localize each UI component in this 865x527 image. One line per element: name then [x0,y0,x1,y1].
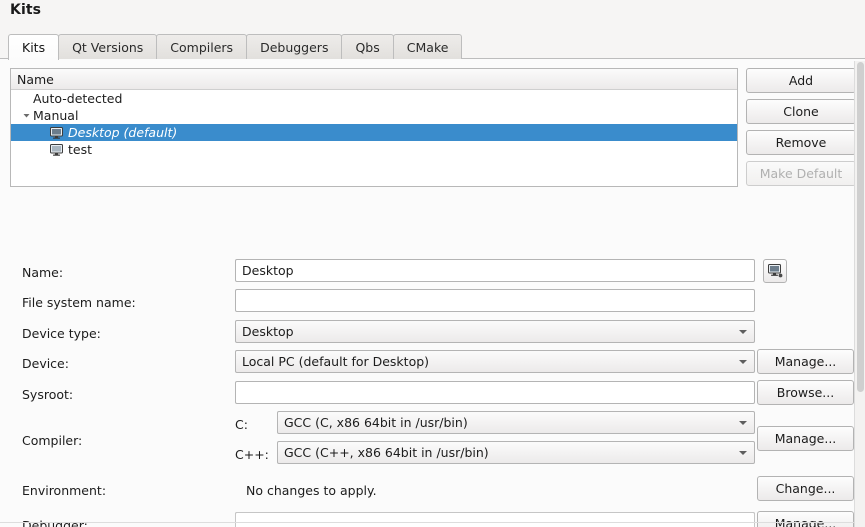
name-input-value: Desktop [242,263,294,278]
tab-debuggers[interactable]: Debuggers [246,34,343,59]
remove-button-label: Remove [775,135,827,150]
tab-cmake-label: CMake [406,39,449,55]
kit-list[interactable]: Name Auto-detected Manual Desktop (defau… [10,68,738,187]
device-manage-button[interactable]: Manage... [757,349,854,374]
device-combobox[interactable]: Local PC (default for Desktop) [235,350,755,373]
monitor-icon [49,143,64,156]
clone-button-label: Clone [783,104,819,119]
kit-list-rows: Auto-detected Manual Desktop (default) t… [11,90,737,158]
device-manage-button-label: Manage... [774,354,837,369]
chevron-down-icon [739,329,747,334]
monitor-icon [49,126,64,139]
device-label: Device: [22,356,69,371]
compiler-c-label: C: [235,417,248,432]
tree-item-manual[interactable]: Manual [11,107,737,124]
sysroot-input[interactable] [235,381,755,404]
kits-settings-page: Kits Kits Qt Versions Compilers Debugger… [0,0,865,527]
tab-qbs-label: Qbs [355,39,380,55]
tab-kits[interactable]: Kits [8,34,60,60]
compiler-cxx-combobox[interactable]: GCC (C++, x86 64bit in /usr/bin) [277,441,755,464]
file-system-name-label: File system name: [22,295,136,310]
compiler-manage-button[interactable]: Manage... [757,426,854,451]
chevron-down-icon [739,420,747,425]
sysroot-label: Sysroot: [22,387,74,402]
chevron-down-icon[interactable] [20,111,33,120]
vertical-scrollbar-thumb[interactable] [857,62,864,392]
tab-qt-versions-label: Qt Versions [72,39,144,55]
clone-button[interactable]: Clone [746,99,856,124]
compiler-label: Compiler: [22,433,83,448]
kit-list-header-name[interactable]: Name [11,69,737,90]
tree-item-label: Manual [33,108,79,123]
tree-item-label: Auto-detected [33,91,123,106]
device-value: Local PC (default for Desktop) [242,354,430,369]
file-system-name-input[interactable] [235,289,755,312]
compiler-c-combobox[interactable]: GCC (C, x86 64bit in /usr/bin) [277,411,755,434]
environment-change-button-label: Change... [775,481,836,496]
make-default-button-label: Make Default [759,166,843,181]
environment-label: Environment: [22,483,107,498]
tab-cmake[interactable]: CMake [392,34,463,59]
device-type-combobox[interactable]: Desktop [235,320,755,343]
compiler-cxx-value: GCC (C++, x86 64bit in /usr/bin) [284,445,489,460]
tab-qbs[interactable]: Qbs [341,34,394,59]
kits-content: Name Auto-detected Manual Desktop (defau… [0,59,865,527]
tree-item-label: test [68,142,93,157]
tab-compilers-label: Compilers [170,39,234,55]
clipped-next-field[interactable] [235,512,755,527]
sysroot-browse-button[interactable]: Browse... [757,380,854,405]
name-input[interactable]: Desktop [235,259,755,282]
tree-item-auto-detected[interactable]: Auto-detected [11,90,737,107]
device-type-label: Device type: [22,326,101,341]
tree-item-label: Desktop (default) [68,125,178,140]
environment-change-button[interactable]: Change... [757,476,854,501]
make-default-button: Make Default [746,161,856,186]
chevron-down-icon [739,450,747,455]
tab-strip: Kits Qt Versions Compilers Debuggers Qbs… [8,33,463,60]
tree-item-desktop-default[interactable]: Desktop (default) [11,124,737,141]
vertical-scrollbar[interactable] [854,61,865,527]
kit-detail-form: Name: Desktop File system name: Device t [0,195,865,527]
compiler-cxx-label: C++: [235,447,269,462]
compiler-manage-button-label: Manage... [774,431,837,446]
add-button[interactable]: Add [746,68,856,93]
tab-bar: Kits Qt Versions Compilers Debuggers Qbs… [0,33,865,60]
add-button-label: Add [788,73,814,88]
tab-qt-versions[interactable]: Qt Versions [58,34,158,59]
form-bottom-divider [0,522,856,523]
name-label: Name: [22,265,64,280]
tab-debuggers-label: Debuggers [260,39,329,55]
device-type-value: Desktop [242,324,294,339]
monitor-icon-button[interactable] [763,259,787,283]
compiler-c-value: GCC (C, x86 64bit in /usr/bin) [284,415,468,430]
tab-kits-label: Kits [22,40,46,55]
environment-status-text: No changes to apply. [246,483,377,498]
page-title: Kits [10,2,42,18]
sysroot-browse-button-label: Browse... [776,385,835,400]
chevron-down-icon [739,359,747,364]
debugger-manage-button[interactable]: Manage... [757,511,854,527]
tree-item-test[interactable]: test [11,141,737,158]
tab-compilers[interactable]: Compilers [156,34,248,59]
remove-button[interactable]: Remove [746,130,856,155]
